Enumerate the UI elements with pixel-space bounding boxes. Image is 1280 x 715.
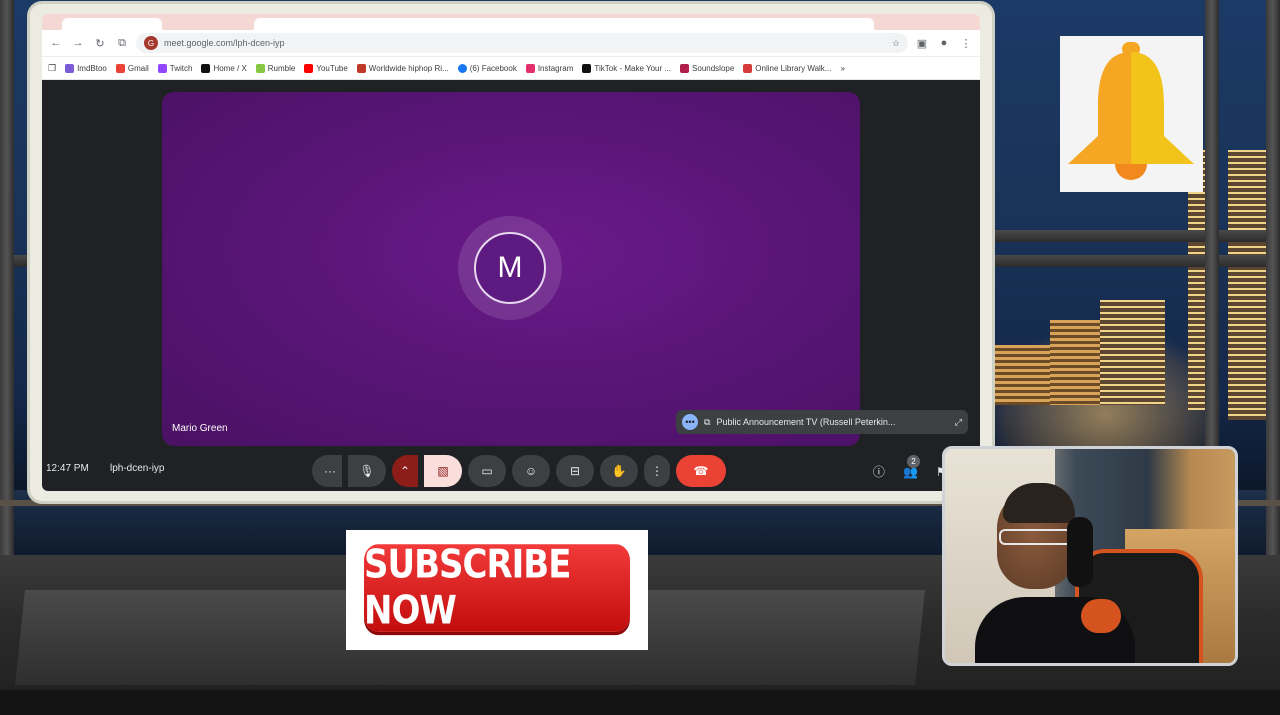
bookmark-item[interactable]: Rumble xyxy=(255,63,295,73)
more-options-icon[interactable]: ••• xyxy=(682,414,698,430)
call-controls: ··· 🎙 ⌃ ▧ ▭ ☺ ⊟ ✋ ⋮ ☎ xyxy=(312,455,726,487)
address-bar[interactable]: G meet.google.com/lph-dcen-iyp ☆ xyxy=(136,33,908,53)
bookmark-item[interactable]: YouTube xyxy=(304,63,348,73)
meeting-time: 12:47 PM xyxy=(46,463,89,474)
browser-tab-active[interactable] xyxy=(254,18,874,30)
window-frame xyxy=(992,230,1280,242)
cast-icon[interactable]: ▣ xyxy=(914,35,930,51)
info-icon[interactable]: ⓘ xyxy=(873,463,885,480)
bookmark-item[interactable]: TikTok - Make Your ... xyxy=(582,63,671,73)
apps-icon[interactable]: ❐ xyxy=(48,63,56,74)
participants-badge: 2 xyxy=(906,454,920,468)
profile-icon[interactable]: ● xyxy=(936,35,952,51)
meet-controls-bar: 12:47 PM lph-dcen-iyp ··· 🎙 ⌃ ▧ ▭ ☺ ⊟ ✋ … xyxy=(42,451,980,491)
camera-off-icon[interactable]: ▧ xyxy=(424,455,462,487)
bookmark-favicon xyxy=(743,63,753,73)
bookmark-favicon xyxy=(65,63,75,73)
menu-kebab-icon[interactable]: ⋮ xyxy=(958,35,974,51)
raise-hand-icon[interactable]: ✋ xyxy=(600,455,638,487)
headset xyxy=(1067,517,1093,587)
bookmark-favicon xyxy=(525,63,535,73)
browser-tab[interactable] xyxy=(62,18,162,30)
captions-icon[interactable]: ▭ xyxy=(468,455,506,487)
browser-toolbar: ← → ↻ ⧉ G meet.google.com/lph-dcen-iyp ☆… xyxy=(42,30,980,57)
bookmark-favicon xyxy=(157,63,167,73)
bookmarks-overflow-icon[interactable]: » xyxy=(840,64,844,73)
headset-mic xyxy=(1081,599,1121,633)
bookmark-item[interactable]: Home / X xyxy=(201,63,247,73)
bookmarks-bar: ❐ ImdBtoo Gmail Twitch Home / X Rumble Y… xyxy=(42,57,980,80)
url-text: meet.google.com/lph-dcen-iyp xyxy=(164,38,285,48)
bookmark-item[interactable]: Gmail xyxy=(115,63,149,73)
more-options-kebab-icon[interactable]: ⋮ xyxy=(644,455,670,487)
back-icon[interactable]: ← xyxy=(48,35,64,51)
bookmark-favicon xyxy=(680,63,690,73)
bell-icon xyxy=(1068,42,1194,180)
extension-icon[interactable]: ⧉ xyxy=(114,35,130,51)
forward-icon[interactable]: → xyxy=(70,35,86,51)
webcam-overlay xyxy=(942,446,1238,666)
participant-name: Mario Green xyxy=(172,423,228,434)
notification-bell-overlay xyxy=(1060,36,1203,192)
city-tower xyxy=(1100,300,1165,405)
bookmark-item[interactable]: Twitch xyxy=(157,63,192,73)
end-call-icon[interactable]: ☎ xyxy=(676,455,726,487)
bookmark-item[interactable]: Worldwide hiphop Ri... xyxy=(356,63,449,73)
audio-options-icon[interactable]: ··· xyxy=(312,455,342,487)
subscribe-button[interactable]: SUBSCRIBE NOW xyxy=(364,542,630,634)
avatar: M xyxy=(474,232,546,304)
subscribe-overlay: SUBSCRIBE NOW xyxy=(346,530,648,650)
avatar-ring: M xyxy=(458,216,562,320)
camera-options-icon[interactable]: ⌃ xyxy=(392,455,418,487)
city-tower xyxy=(1228,150,1268,420)
bookmark-favicon xyxy=(582,63,592,73)
mic-icon[interactable]: 🎙 xyxy=(348,455,386,487)
glasses xyxy=(999,529,1075,545)
browser-viewport: ← → ↻ ⧉ G meet.google.com/lph-dcen-iyp ☆… xyxy=(42,14,980,491)
people-icon[interactable]: 👥 2 xyxy=(903,454,920,479)
bookmark-favicon xyxy=(201,63,211,73)
bookmark-favicon xyxy=(457,63,467,73)
reload-icon[interactable]: ↻ xyxy=(92,35,108,51)
present-icon[interactable]: ⊟ xyxy=(556,455,594,487)
expand-icon[interactable]: ⤢ xyxy=(955,417,962,428)
bookmark-favicon xyxy=(304,63,314,73)
browser-window: ← → ↻ ⧉ G meet.google.com/lph-dcen-iyp ☆… xyxy=(30,4,992,501)
meet-stage: M Mario Green ••• ⧉ Public Announcement … xyxy=(42,80,980,491)
city-building xyxy=(995,345,1050,405)
site-icon: G xyxy=(144,36,158,50)
streamer-figure xyxy=(975,479,1135,663)
present-screen-icon: ⧉ xyxy=(704,416,711,427)
streamer-hair xyxy=(1003,483,1075,523)
emoji-icon[interactable]: ☺ xyxy=(512,455,550,487)
bottom-strip xyxy=(0,690,1280,715)
tab-strip xyxy=(42,14,980,30)
bookmark-star-icon[interactable]: ☆ xyxy=(892,38,900,49)
participant-tile[interactable]: M Mario Green xyxy=(162,92,860,446)
bookmark-item[interactable]: Instagram xyxy=(525,63,573,73)
presentation-chip[interactable]: ••• ⧉ Public Announcement TV (Russell Pe… xyxy=(676,410,968,434)
bookmark-item[interactable]: Online Library Walk... xyxy=(743,63,831,73)
presentation-label: Public Announcement TV (Russell Peterkin… xyxy=(716,417,896,427)
meeting-code: lph-dcen-iyp xyxy=(110,463,165,474)
bookmark-item[interactable]: ImdBtoo xyxy=(65,63,107,73)
bookmark-favicon xyxy=(356,63,366,73)
bookmark-favicon xyxy=(115,63,125,73)
bookmark-favicon xyxy=(255,63,265,73)
bookmark-item[interactable]: (6) Facebook xyxy=(457,63,517,73)
bookmark-item[interactable]: Soundslope xyxy=(680,63,734,73)
